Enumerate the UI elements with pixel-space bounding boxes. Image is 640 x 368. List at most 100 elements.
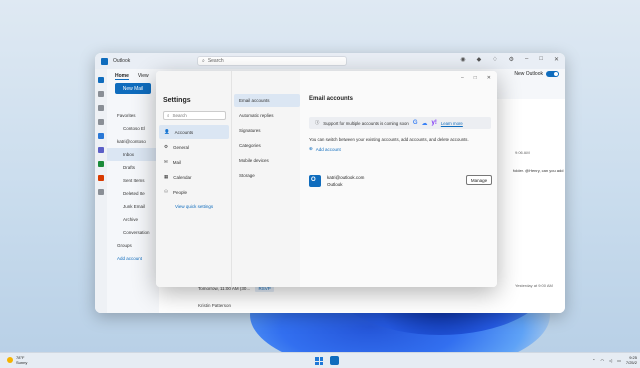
toggle-switch[interactable] [546,71,559,77]
cloud-icon: ☁ [421,120,428,127]
new-mail-label: New Mail [122,85,144,92]
sub-mobile-devices[interactable]: Mobile devices [234,154,300,167]
learn-more-link[interactable]: Learn more [441,121,463,126]
settings-search-placeholder: Search [172,113,187,118]
manage-button[interactable]: Manage [466,175,492,185]
folder-pane: Favorites Contoso El katri@contoso Inbox… [107,99,159,313]
title-bar: Outlook ⌕ Search ◉ ◆ ♢ ⚙ – □ ✕ [95,53,565,69]
calendar-icon: ▦ [164,174,169,179]
gear-icon[interactable]: ⚙ [509,56,514,63]
powerpoint-icon[interactable] [98,175,104,181]
view-quick-settings-link[interactable]: View quick settings [175,204,213,209]
category-label: Mail [172,159,182,165]
new-mail-button[interactable]: New Mail [115,83,151,94]
search-icon: ⌕ [167,113,170,118]
settings-sidebar: Settings ⌕ Search 👤 Accounts ⚙ General ✉… [156,71,231,287]
taskbar: 78°F Sunny ⌃ ◠ ◁ ▭ 9:25 7/25/2 [0,352,640,368]
nav-groups[interactable]: Groups [107,239,159,252]
outlook-app-icon [101,57,108,65]
search-icon: ⌕ [202,58,205,64]
category-label: People [173,189,188,195]
speaker-icon[interactable]: ◁ [609,358,612,363]
info-icon: ⓘ [315,120,320,125]
account-email: katri@outlook.com [327,175,365,180]
battery-icon[interactable]: ▭ [617,358,621,363]
apps-icon[interactable] [98,189,104,195]
category-general[interactable]: ⚙ General [159,140,229,154]
nav-conversation[interactable]: Conversation [107,226,159,239]
settings-main: Email accounts ⓘ Support for multiple ac… [300,71,497,287]
teams-icon[interactable] [98,147,104,153]
person-icon: 👤 [164,129,170,134]
nav-inbox[interactable]: Inbox [107,148,159,161]
windows-start-icon[interactable] [315,357,323,365]
maximize-icon[interactable]: □ [539,56,543,63]
category-people[interactable]: ⚇ People [159,185,229,199]
excel-icon[interactable] [98,161,104,167]
message-row[interactable]: Kristin Patterson [198,303,328,308]
app-title: Outlook [113,58,131,64]
category-calendar[interactable]: ▦ Calendar [159,170,229,184]
sub-categories[interactable]: Categories [234,139,300,152]
account-type: Outlook [327,182,343,187]
sub-automatic-replies[interactable]: Automatic replies [234,109,300,122]
attach-icon[interactable] [98,119,104,125]
close-icon[interactable]: ✕ [554,56,559,63]
mention-text: folder. @Henry, can you add [513,168,564,173]
yahoo-icon: y! [431,120,437,126]
add-person-icon: ⊕ [309,146,313,151]
nav-archive[interactable]: Archive [107,213,159,226]
settings-search[interactable]: ⌕ Search [163,111,226,120]
premium-icon[interactable]: ◆ [477,56,482,63]
people-icon: ⚇ [164,189,169,194]
maximize-icon[interactable]: □ [474,75,477,81]
mail-icon[interactable] [98,77,104,83]
minimize-icon[interactable]: – [461,75,464,81]
nav-add-account[interactable]: Add account [107,252,159,265]
new-outlook-toggle[interactable]: New Outlook [514,71,559,77]
calendar-icon[interactable] [98,91,104,97]
wifi-icon[interactable]: ◠ [601,358,605,363]
category-accounts[interactable]: 👤 Accounts [159,125,229,139]
weather-condition: Sunny [16,360,28,365]
add-account-link[interactable]: ⊕ Add account [309,146,341,152]
info-banner: ⓘ Support for multiple accounts is comin… [309,117,491,129]
google-icon: G [412,120,418,126]
system-tray: ⌃ ◠ ◁ ▭ 9:25 7/25/2 [592,355,637,365]
clock[interactable]: 9:25 7/25/2 [626,355,637,365]
sub-storage[interactable]: Storage [234,169,300,182]
people-icon[interactable] [98,105,104,111]
nav-junk[interactable]: Junk Email [107,200,159,213]
close-icon[interactable]: ✕ [487,75,491,81]
todo-icon[interactable] [98,133,104,139]
chevron-up-icon[interactable]: ⌃ [592,358,595,363]
nav-sent[interactable]: Sent Items [107,174,159,187]
nav-favorites[interactable]: Favorites [107,109,159,122]
nav-contoso[interactable]: Contoso El [107,122,159,135]
nav-account[interactable]: katri@contoso [107,135,159,148]
category-label: Calendar [173,174,192,180]
settings-subcategories: Email accounts Automatic replies Signatu… [231,71,300,287]
weather-text: 78°F Sunny [16,355,27,365]
add-account-label: Add account [315,146,341,152]
tab-home[interactable]: Home [115,73,129,80]
account-info: katri@outlook.com Outlook [327,174,364,188]
sender-name: Kristin Patterson [198,303,232,308]
accounts-description: You can switch between your existing acc… [309,137,469,142]
copilot-icon[interactable]: ◉ [460,56,465,63]
settings-dialog: Settings ⌕ Search 👤 Accounts ⚙ General ✉… [156,71,497,287]
nav-deleted[interactable]: Deleted Ite [107,187,159,200]
app-rail [95,69,107,313]
sub-signatures[interactable]: Signatures [234,124,300,137]
nav-drafts[interactable]: Drafts [107,161,159,174]
weather-widget[interactable]: 78°F Sunny [7,355,27,365]
tab-view[interactable]: View [138,73,149,80]
account-row: katri@outlook.com Outlook Manage [309,172,492,190]
category-mail[interactable]: ✉ Mail [159,155,229,169]
tips-icon[interactable]: ♢ [492,56,497,63]
outlook-taskbar-icon[interactable] [330,356,339,365]
search-bar[interactable]: ⌕ Search [197,56,347,66]
sub-email-accounts[interactable]: Email accounts [234,94,300,107]
category-label: General [173,144,190,150]
minimize-icon[interactable]: – [525,56,528,63]
